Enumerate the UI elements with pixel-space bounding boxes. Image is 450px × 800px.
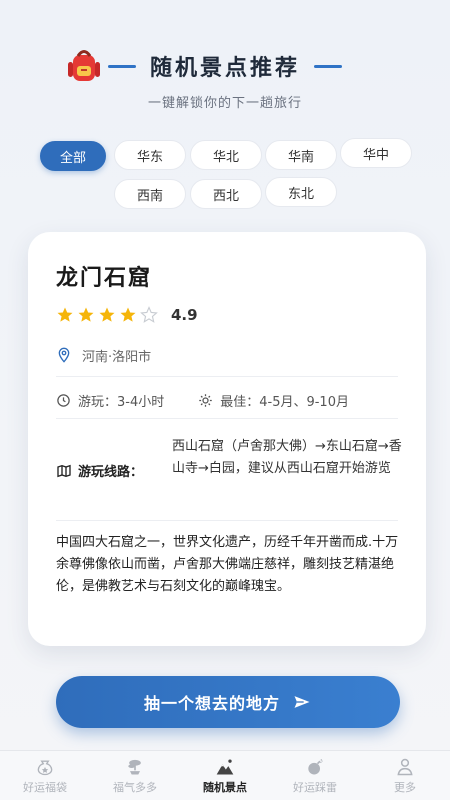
page-title: 随机景点推荐 <box>149 56 300 81</box>
star-empty-icon <box>140 306 158 323</box>
divider <box>56 520 398 521</box>
region-chip-northeast[interactable]: 东北 <box>265 177 337 207</box>
location-text: 河南·洛阳市 <box>82 349 152 365</box>
tab-label: 更多 <box>394 781 416 794</box>
tab-label: 好运踩雷 <box>293 781 337 794</box>
spot-name: 龙门石窟 <box>56 266 153 291</box>
tab-label: 随机景点 <box>203 781 247 794</box>
star-filled-icon <box>78 307 94 322</box>
route-label-text: 游玩线路： <box>78 465 144 480</box>
region-chip-northwest[interactable]: 西北 <box>190 179 262 209</box>
draw-destination-button[interactable]: 抽一个想去的地方 <box>56 676 400 728</box>
route-text: 西山石窟（卢舍那大佛）→东山石窟→香山寺→白园，建议从西山石窟开始游览 <box>172 439 402 476</box>
star-filled-icon <box>120 307 136 322</box>
route-block: 游玩线路： 西山石窟（卢舍那大佛）→东山石窟→香山寺→白园，建议从西山石窟开始游… <box>56 436 406 506</box>
star-filled-icon <box>57 307 73 322</box>
bonsai-icon <box>128 759 141 775</box>
page-subtitle: 一键解锁你的下一趟旅行 <box>147 96 302 111</box>
duration-text: 游玩：3-4小时 <box>78 394 165 410</box>
rating-row: 4.9 <box>56 306 198 324</box>
page-header: 随机景点推荐 <box>0 44 450 88</box>
title-right-line <box>314 64 342 68</box>
location-pin-icon <box>58 347 70 363</box>
tab-fortune[interactable]: 福气多多 <box>90 757 180 795</box>
title-left-line <box>107 64 136 68</box>
region-chip-southwest[interactable]: 西南 <box>114 179 186 209</box>
spot-description: 中国四大石窟之一，世界文化遗产，历经千年开凿而成.十万余尊佛像依山而凿，卢舍那大… <box>56 535 399 594</box>
lucky-bag-icon <box>37 760 53 776</box>
divider <box>56 376 398 377</box>
tab-lucky-mine[interactable]: 好运踩雷 <box>270 757 360 795</box>
region-chip-east[interactable]: 华东 <box>114 140 186 170</box>
clock-icon <box>57 393 70 407</box>
spot-card: 龙门石窟 4.9 河南·洛阳市 游玩：3-4小时 最佳：4-5月、9-10月 游… <box>28 232 426 646</box>
region-chip-south[interactable]: 华南 <box>265 140 337 170</box>
bomb-icon <box>308 759 323 775</box>
tab-lucky-bag[interactable]: 好运福袋 <box>0 757 90 795</box>
route-label: 游玩线路： <box>56 461 143 480</box>
user-icon <box>397 758 413 776</box>
divider <box>56 418 398 419</box>
best-time-info: 最佳：4-5月、9-10月 <box>198 391 349 410</box>
star-filled-icon <box>99 307 115 322</box>
map-icon <box>57 464 71 477</box>
rating-value: 4.9 <box>171 306 198 324</box>
best-time-text: 最佳：4-5月、9-10月 <box>220 394 349 410</box>
draw-destination-label: 抽一个想去的地方 <box>143 694 280 713</box>
bottom-tab-bar: 好运福袋 福气多多 随机景点 好运踩雷 更多 <box>0 750 450 800</box>
mountain-icon <box>216 759 234 775</box>
region-chip-all[interactable]: 全部 <box>40 141 106 171</box>
tab-random-spot[interactable]: 随机景点 <box>180 757 270 795</box>
airplane-icon <box>294 696 310 708</box>
location-row: 河南·洛阳市 <box>56 342 396 368</box>
duration-info: 游玩：3-4小时 <box>56 391 164 410</box>
tab-more[interactable]: 更多 <box>360 757 450 795</box>
region-chip-central[interactable]: 华中 <box>340 138 412 168</box>
visit-info-row: 游玩：3-4小时 最佳：4-5月、9-10月 <box>56 388 406 412</box>
tab-label: 好运福袋 <box>23 781 67 794</box>
sun-icon <box>199 393 212 407</box>
tab-label: 福气多多 <box>113 781 157 794</box>
region-chip-north[interactable]: 华北 <box>190 140 262 170</box>
